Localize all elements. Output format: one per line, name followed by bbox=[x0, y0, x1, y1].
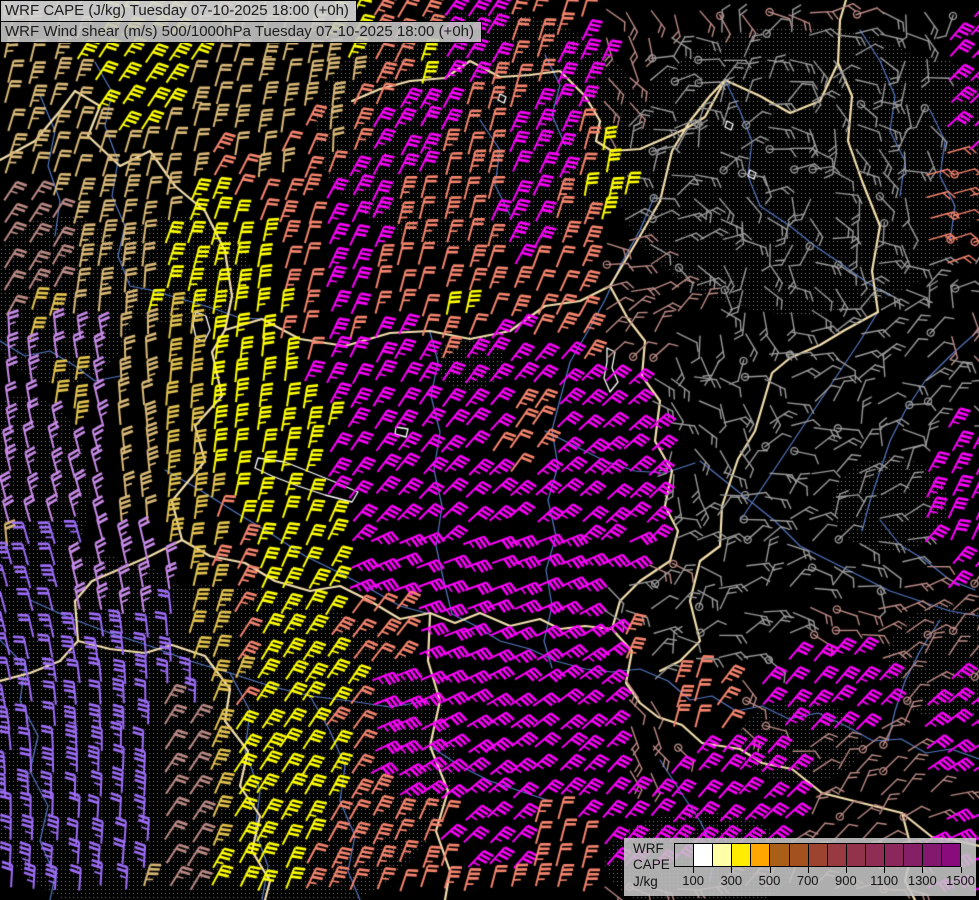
title-line-wind-shear: WRF Wind shear (m/s) 500/1000hPa Tuesday… bbox=[0, 21, 482, 43]
legend-tick-label: 500 bbox=[759, 873, 781, 888]
legend-color-cell bbox=[789, 843, 809, 867]
legend-color-cell bbox=[865, 843, 885, 867]
legend-color-cell bbox=[712, 843, 732, 867]
legend-color-bar bbox=[674, 843, 961, 867]
legend-color-cell bbox=[750, 843, 770, 867]
legend-color-cell bbox=[674, 843, 694, 867]
legend-label-cape: CAPE bbox=[633, 857, 670, 873]
weather-map-screen: WRF CAPE (J/kg) Tuesday 07-10-2025 18:00… bbox=[0, 0, 979, 900]
legend-tick-label: 1100 bbox=[870, 873, 898, 888]
title-bar: WRF CAPE (J/kg) Tuesday 07-10-2025 18:00… bbox=[0, 0, 482, 43]
legend-color-cell bbox=[941, 843, 961, 867]
legend-color-cell bbox=[846, 843, 866, 867]
legend-color-cell bbox=[884, 843, 904, 867]
legend-tick-label: 100 bbox=[682, 873, 704, 888]
legend-tick-label: 900 bbox=[835, 873, 857, 888]
legend-color-cell bbox=[693, 843, 713, 867]
legend-tick-label: 300 bbox=[720, 873, 742, 888]
legend-color-cell bbox=[827, 843, 847, 867]
legend-color-cell bbox=[731, 843, 751, 867]
legend-color-cell bbox=[903, 843, 923, 867]
title-line-cape: WRF CAPE (J/kg) Tuesday 07-10-2025 18:00… bbox=[0, 0, 357, 22]
legend-color-cell bbox=[769, 843, 789, 867]
legend-label-unit: J/kg bbox=[633, 874, 658, 890]
legend-label-wrf: WRF bbox=[633, 841, 664, 857]
cape-legend: WRF CAPE J/kg 100 300 500 700 900 1100 1300 150… bbox=[624, 838, 976, 896]
legend-tick-label: 1300 bbox=[908, 873, 937, 888]
legend-color-cell bbox=[808, 843, 828, 867]
legend-tick-label: 700 bbox=[797, 873, 819, 888]
wind-barb-map-canvas bbox=[0, 0, 979, 900]
legend-color-cell bbox=[922, 843, 942, 867]
legend-tick-label: 1500 bbox=[946, 873, 975, 888]
